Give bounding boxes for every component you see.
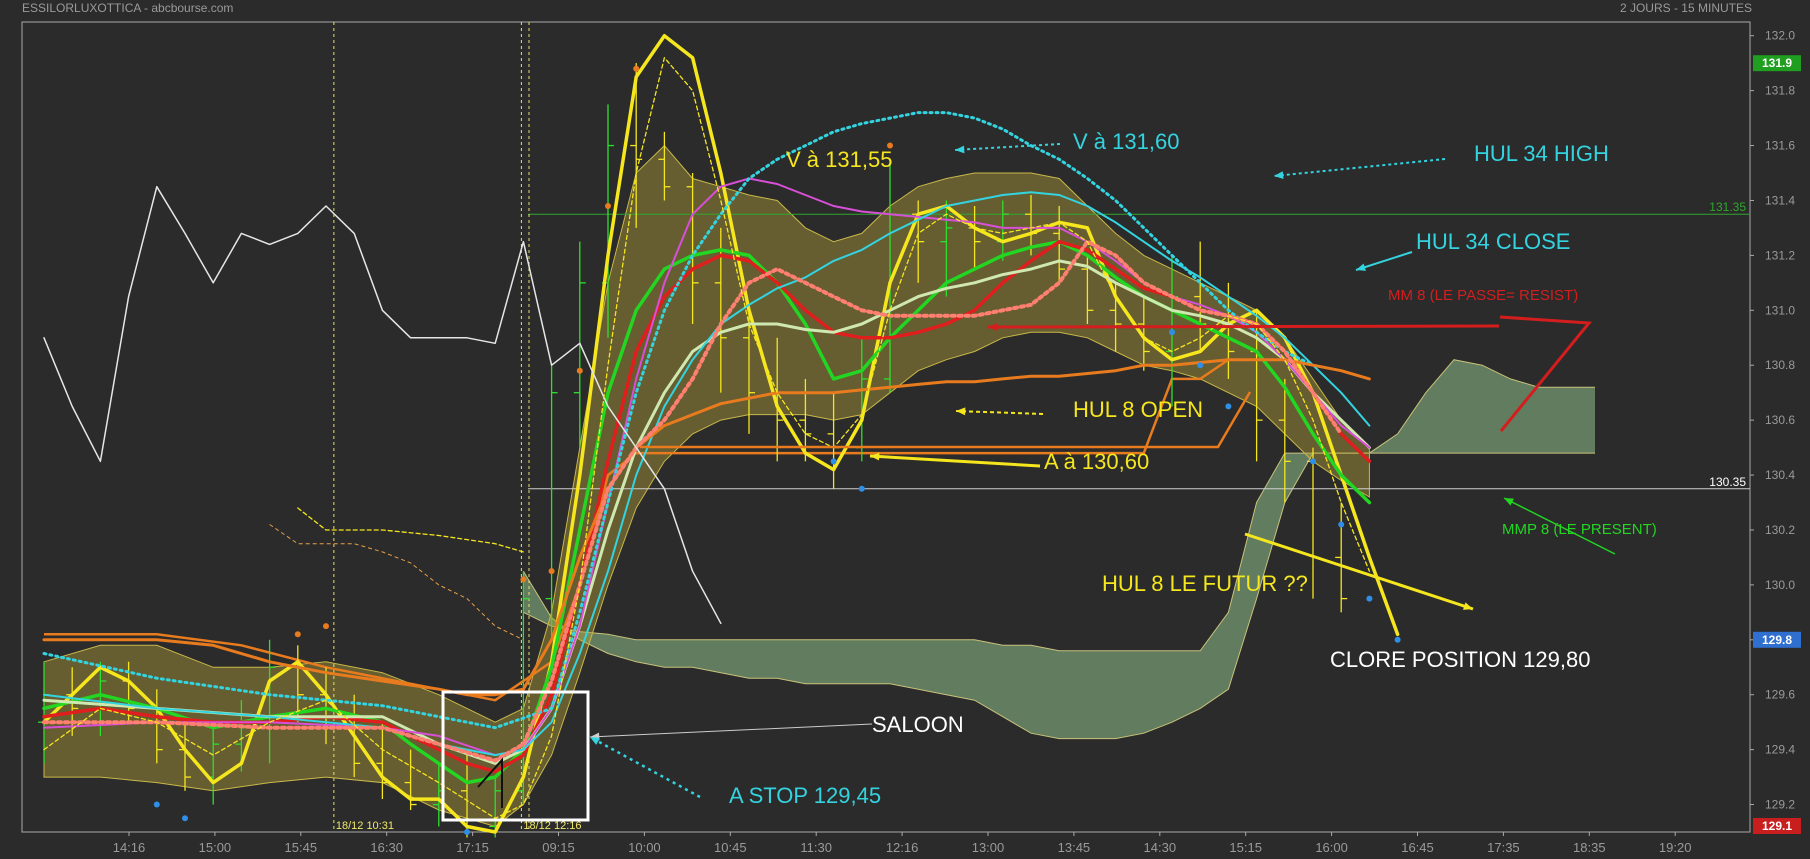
price-chart[interactable]: 131.35 130.35 18/12 10:31 18/12 12:16 V à … [0,0,1810,859]
pivot-low-dot [153,801,160,808]
x-tick-label: 10:45 [714,840,747,855]
x-tick-label: 13:00 [972,840,1005,855]
pivot-high-dot [576,367,583,374]
y-tick-label: 131.6 [1765,139,1795,153]
price-badge-label: 129.8 [1762,633,1792,647]
pivot-high-dot [323,623,329,630]
annotation-label: V à 131,55 [786,147,892,172]
y-tick-label: 131.0 [1765,303,1795,317]
x-tick-label: 11:30 [800,840,832,855]
pivot-high-dot [294,631,301,638]
y-tick-label: 129.6 [1765,688,1795,702]
pivot-low-dot [1197,362,1204,369]
annotation-label: HUL 8 LE FUTUR ?? [1102,571,1308,596]
x-tick-label: 14:30 [1144,840,1177,855]
pivot-low-dot [1225,403,1232,410]
annotation-label: SALOON [872,712,964,737]
annotation-label: HUL 34 CLOSE [1416,229,1570,254]
x-tick-label: 10:00 [628,840,661,855]
x-tick-label: 19:20 [1659,840,1692,855]
pivot-low-dot [1310,458,1316,465]
level-label: 131.35 [1709,200,1746,214]
pivot-low-dot [1394,636,1401,643]
pivot-low-dot [182,815,188,822]
x-tick-label: 15:15 [1229,840,1262,855]
x-axis: 14:16 15:00 15:45 16:30 17:15 09:15 10:00 10:45… [113,832,1692,855]
pivot-low-dot [1366,595,1373,602]
x-tick-label: 15:00 [199,840,232,855]
pivot-low-dot [464,829,470,835]
y-tick-label: 129.2 [1765,798,1795,812]
annotation-arrow [987,324,1500,329]
pivot-high-dot [633,65,640,72]
y-tick-label: 130.0 [1765,578,1795,592]
session-label: 18/12 12:16 [523,820,581,832]
y-axis: 132.0 131.8 131.6 131.4 131.2 131.0 130.8 130.6… [1750,29,1801,834]
y-tick-label: 130.6 [1765,413,1795,427]
y-tick-label: 131.8 [1765,84,1795,98]
x-tick-label: 16:30 [370,840,403,855]
y-tick-label: 131.4 [1765,193,1795,207]
annotation-label: A à 130,60 [1044,449,1149,474]
session-label: 18/12 10:31 [336,820,394,832]
pivot-low-dot [1338,521,1345,528]
y-tick-label: 131.2 [1765,248,1795,262]
x-tick-label: 17:35 [1487,840,1520,855]
annotation-label: HUL 34 HIGH [1474,141,1609,166]
price-badge-label: 131.9 [1762,56,1792,70]
x-tick-label: 16:00 [1315,840,1348,855]
x-tick-label: 18:35 [1573,840,1606,855]
y-tick-label: 132.0 [1765,29,1795,43]
pivot-low-dot [858,485,865,492]
y-tick-label: 129.4 [1765,743,1795,757]
annotation-label: MM 8 (LE PASSE= RESIST) [1388,287,1578,304]
x-tick-label: 17:15 [456,840,489,855]
annotation-label: CLORE POSITION 129,80 [1330,647,1590,672]
pivot-high-dot [520,576,527,583]
annotation-label: A STOP 129,45 [729,783,881,808]
x-tick-label: 16:45 [1401,840,1434,855]
pivot-low-dot [830,458,837,465]
x-tick-label: 13:45 [1058,840,1091,855]
y-tick-label: 130.8 [1765,358,1795,372]
y-tick-label: 130.4 [1765,468,1795,482]
annotation-label: HUL 8 OPEN [1073,397,1203,422]
pivot-high-dot [605,202,611,209]
y-tick-label: 130.2 [1765,523,1795,537]
x-tick-label: 09:15 [542,840,575,855]
x-tick-label: 12:16 [886,840,919,855]
level-label: 130.35 [1709,475,1746,489]
x-tick-label: 15:45 [285,840,318,855]
price-badge-label: 129.1 [1762,819,1792,833]
pivot-high-dot [548,568,555,575]
x-tick-label: 14:16 [113,840,146,855]
pivot-low-dot [1169,329,1175,336]
annotation-label: V à 131,60 [1073,129,1179,154]
